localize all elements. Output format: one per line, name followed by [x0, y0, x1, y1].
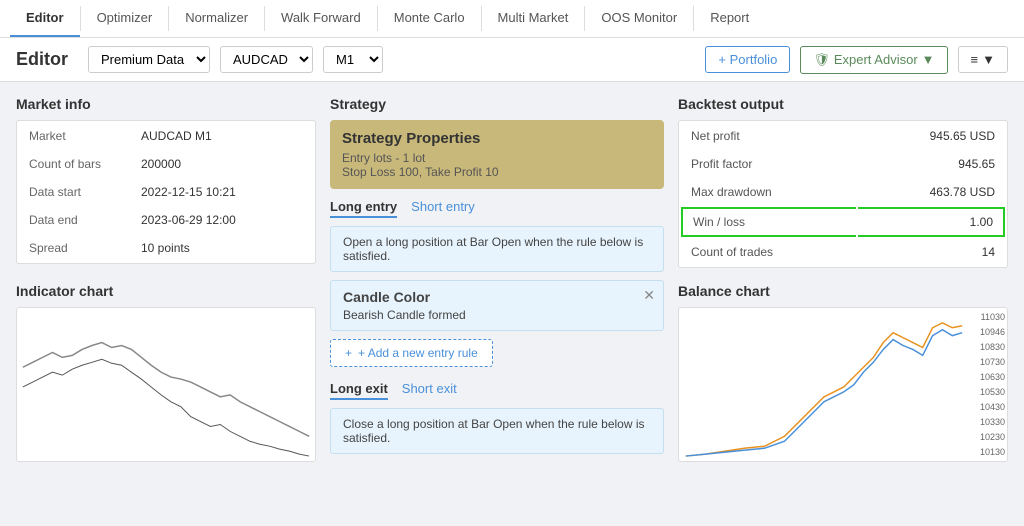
symbol-select[interactable]: AUDCAD — [220, 46, 313, 73]
count-trades-label: Count of trades — [681, 239, 856, 265]
short-entry-tab[interactable]: Short entry — [411, 199, 475, 218]
exit-tabs: Long exit Short exit — [330, 381, 664, 400]
expert-icon: 🛡 — [813, 52, 830, 68]
y-label-4: 10730 — [969, 357, 1005, 367]
page-title: Editor — [16, 49, 68, 70]
balance-chart-svg — [679, 308, 969, 461]
close-candle-rule-button[interactable]: ✕ — [643, 287, 655, 304]
table-row: Count of trades 14 — [681, 239, 1005, 265]
tab-optimizer[interactable]: Optimizer — [81, 0, 169, 37]
dropdown-arrow-icon: ▼ — [922, 52, 935, 67]
market-value: AUDCAD M1 — [131, 123, 313, 149]
top-nav: Editor Optimizer Normalizer Walk Forward… — [0, 0, 1024, 38]
long-entry-tab[interactable]: Long entry — [330, 199, 397, 218]
main-content: Market info Market AUDCAD M1 Count of ba… — [0, 82, 1024, 476]
tab-editor[interactable]: Editor — [10, 0, 80, 37]
y-label-5: 10630 — [969, 372, 1005, 382]
table-row: Data end 2023-06-29 12:00 — [19, 207, 313, 233]
net-profit-label: Net profit — [681, 123, 856, 149]
expert-advisor-label: Expert Advisor — [834, 52, 918, 67]
tab-multi-market[interactable]: Multi Market — [482, 0, 585, 37]
y-label-7: 10430 — [969, 402, 1005, 412]
add-rule-label: + Add a new entry rule — [358, 346, 478, 360]
tab-oos-monitor[interactable]: OOS Monitor — [585, 0, 693, 37]
spread-label: Spread — [19, 235, 129, 261]
expert-advisor-button[interactable]: 🛡 Expert Advisor ▼ — [800, 46, 947, 74]
tab-walk-forward[interactable]: Walk Forward — [265, 0, 377, 37]
y-label-3: 10830 — [969, 342, 1005, 352]
profit-factor-value: 945.65 — [858, 151, 1005, 177]
strategy-properties-title: Strategy Properties — [342, 130, 652, 147]
balance-chart-title: Balance chart — [678, 283, 1008, 299]
long-exit-tab[interactable]: Long exit — [330, 381, 388, 400]
indicator-section: Indicator chart — [16, 283, 316, 463]
indicator-chart-title: Indicator chart — [16, 283, 316, 299]
header-bar: Editor Premium Data AUDCAD M1 + Portfoli… — [0, 38, 1024, 82]
plus-icon: + — [345, 346, 352, 360]
candle-rule-title: Candle Color — [343, 289, 651, 305]
backtest-table: Net profit 945.65 USD Profit factor 945.… — [678, 120, 1008, 268]
max-drawdown-value: 463.78 USD — [858, 179, 1005, 205]
add-entry-rule-button[interactable]: + + Add a new entry rule — [330, 339, 493, 367]
net-profit-value: 945.65 USD — [858, 123, 1005, 149]
win-loss-row: Win / loss 1.00 — [681, 207, 1005, 237]
timeframe-select[interactable]: M1 — [323, 46, 383, 73]
strategy-properties-sub: Entry lots - 1 lotStop Loss 100, Take Pr… — [342, 151, 652, 179]
y-label-8: 10330 — [969, 417, 1005, 427]
win-loss-value: 1.00 — [858, 207, 1005, 237]
max-drawdown-label: Max drawdown — [681, 179, 856, 205]
balance-chart-box: flat 11030 10946 10830 10730 10630 10530… — [678, 307, 1008, 462]
data-start-value: 2022-12-15 10:21 — [131, 179, 313, 205]
strategy-section: Strategy Strategy Properties Entry lots … — [330, 96, 664, 462]
chart-y-labels: 11030 10946 10830 10730 10630 10530 1043… — [969, 308, 1005, 461]
balance-section: Balance chart flat 11030 10946 10830 107… — [678, 283, 1008, 463]
portfolio-button[interactable]: + Portfolio — [705, 46, 790, 73]
data-start-label: Data start — [19, 179, 129, 205]
strategy-title: Strategy — [330, 96, 664, 112]
entry-rule-description: Open a long position at Bar Open when th… — [330, 226, 664, 272]
table-row: Max drawdown 463.78 USD — [681, 179, 1005, 205]
hamburger-icon: ≡ — [971, 52, 979, 67]
spread-value: 10 points — [131, 235, 313, 261]
count-bars-label: Count of bars — [19, 151, 129, 177]
indicator-chart-box — [16, 307, 316, 462]
backtest-section: Backtest output Net profit 945.65 USD Pr… — [678, 96, 1008, 269]
market-info-title: Market info — [16, 96, 316, 112]
candle-rule-box: ✕ Candle Color Bearish Candle formed — [330, 280, 664, 331]
candle-rule-sub: Bearish Candle formed — [343, 308, 651, 322]
count-bars-value: 200000 — [131, 151, 313, 177]
strategy-properties-box[interactable]: Strategy Properties Entry lots - 1 lotSt… — [330, 120, 664, 189]
market-info-table: Market AUDCAD M1 Count of bars 200000 Da… — [16, 120, 316, 264]
table-row: Count of bars 200000 — [19, 151, 313, 177]
backtest-title: Backtest output — [678, 96, 1008, 112]
y-label-2: 10946 — [969, 327, 1005, 337]
tab-report[interactable]: Report — [694, 0, 765, 37]
win-loss-label: Win / loss — [681, 207, 856, 237]
y-label-6: 10530 — [969, 387, 1005, 397]
menu-button[interactable]: ≡ ▼ — [958, 46, 1008, 73]
short-exit-tab[interactable]: Short exit — [402, 381, 457, 400]
exit-rule-description: Close a long position at Bar Open when t… — [330, 408, 664, 454]
y-label-9: 10230 — [969, 432, 1005, 442]
table-row: Profit factor 945.65 — [681, 151, 1005, 177]
data-end-value: 2023-06-29 12:00 — [131, 207, 313, 233]
data-source-select[interactable]: Premium Data — [88, 46, 210, 73]
y-label-1: 11030 — [969, 312, 1005, 322]
table-row: Spread 10 points — [19, 235, 313, 261]
tab-normalizer[interactable]: Normalizer — [169, 0, 264, 37]
market-info-section: Market info Market AUDCAD M1 Count of ba… — [16, 96, 316, 269]
data-end-label: Data end — [19, 207, 129, 233]
profit-factor-label: Profit factor — [681, 151, 856, 177]
count-trades-value: 14 — [858, 239, 1005, 265]
table-row: Data start 2022-12-15 10:21 — [19, 179, 313, 205]
table-row: Market AUDCAD M1 — [19, 123, 313, 149]
indicator-chart-svg — [17, 308, 315, 461]
y-label-10: 10130 — [969, 447, 1005, 457]
market-label: Market — [19, 123, 129, 149]
table-row: Net profit 945.65 USD — [681, 123, 1005, 149]
menu-dropdown-arrow: ▼ — [982, 52, 995, 67]
entry-tabs: Long entry Short entry — [330, 199, 664, 218]
tab-monte-carlo[interactable]: Monte Carlo — [378, 0, 481, 37]
